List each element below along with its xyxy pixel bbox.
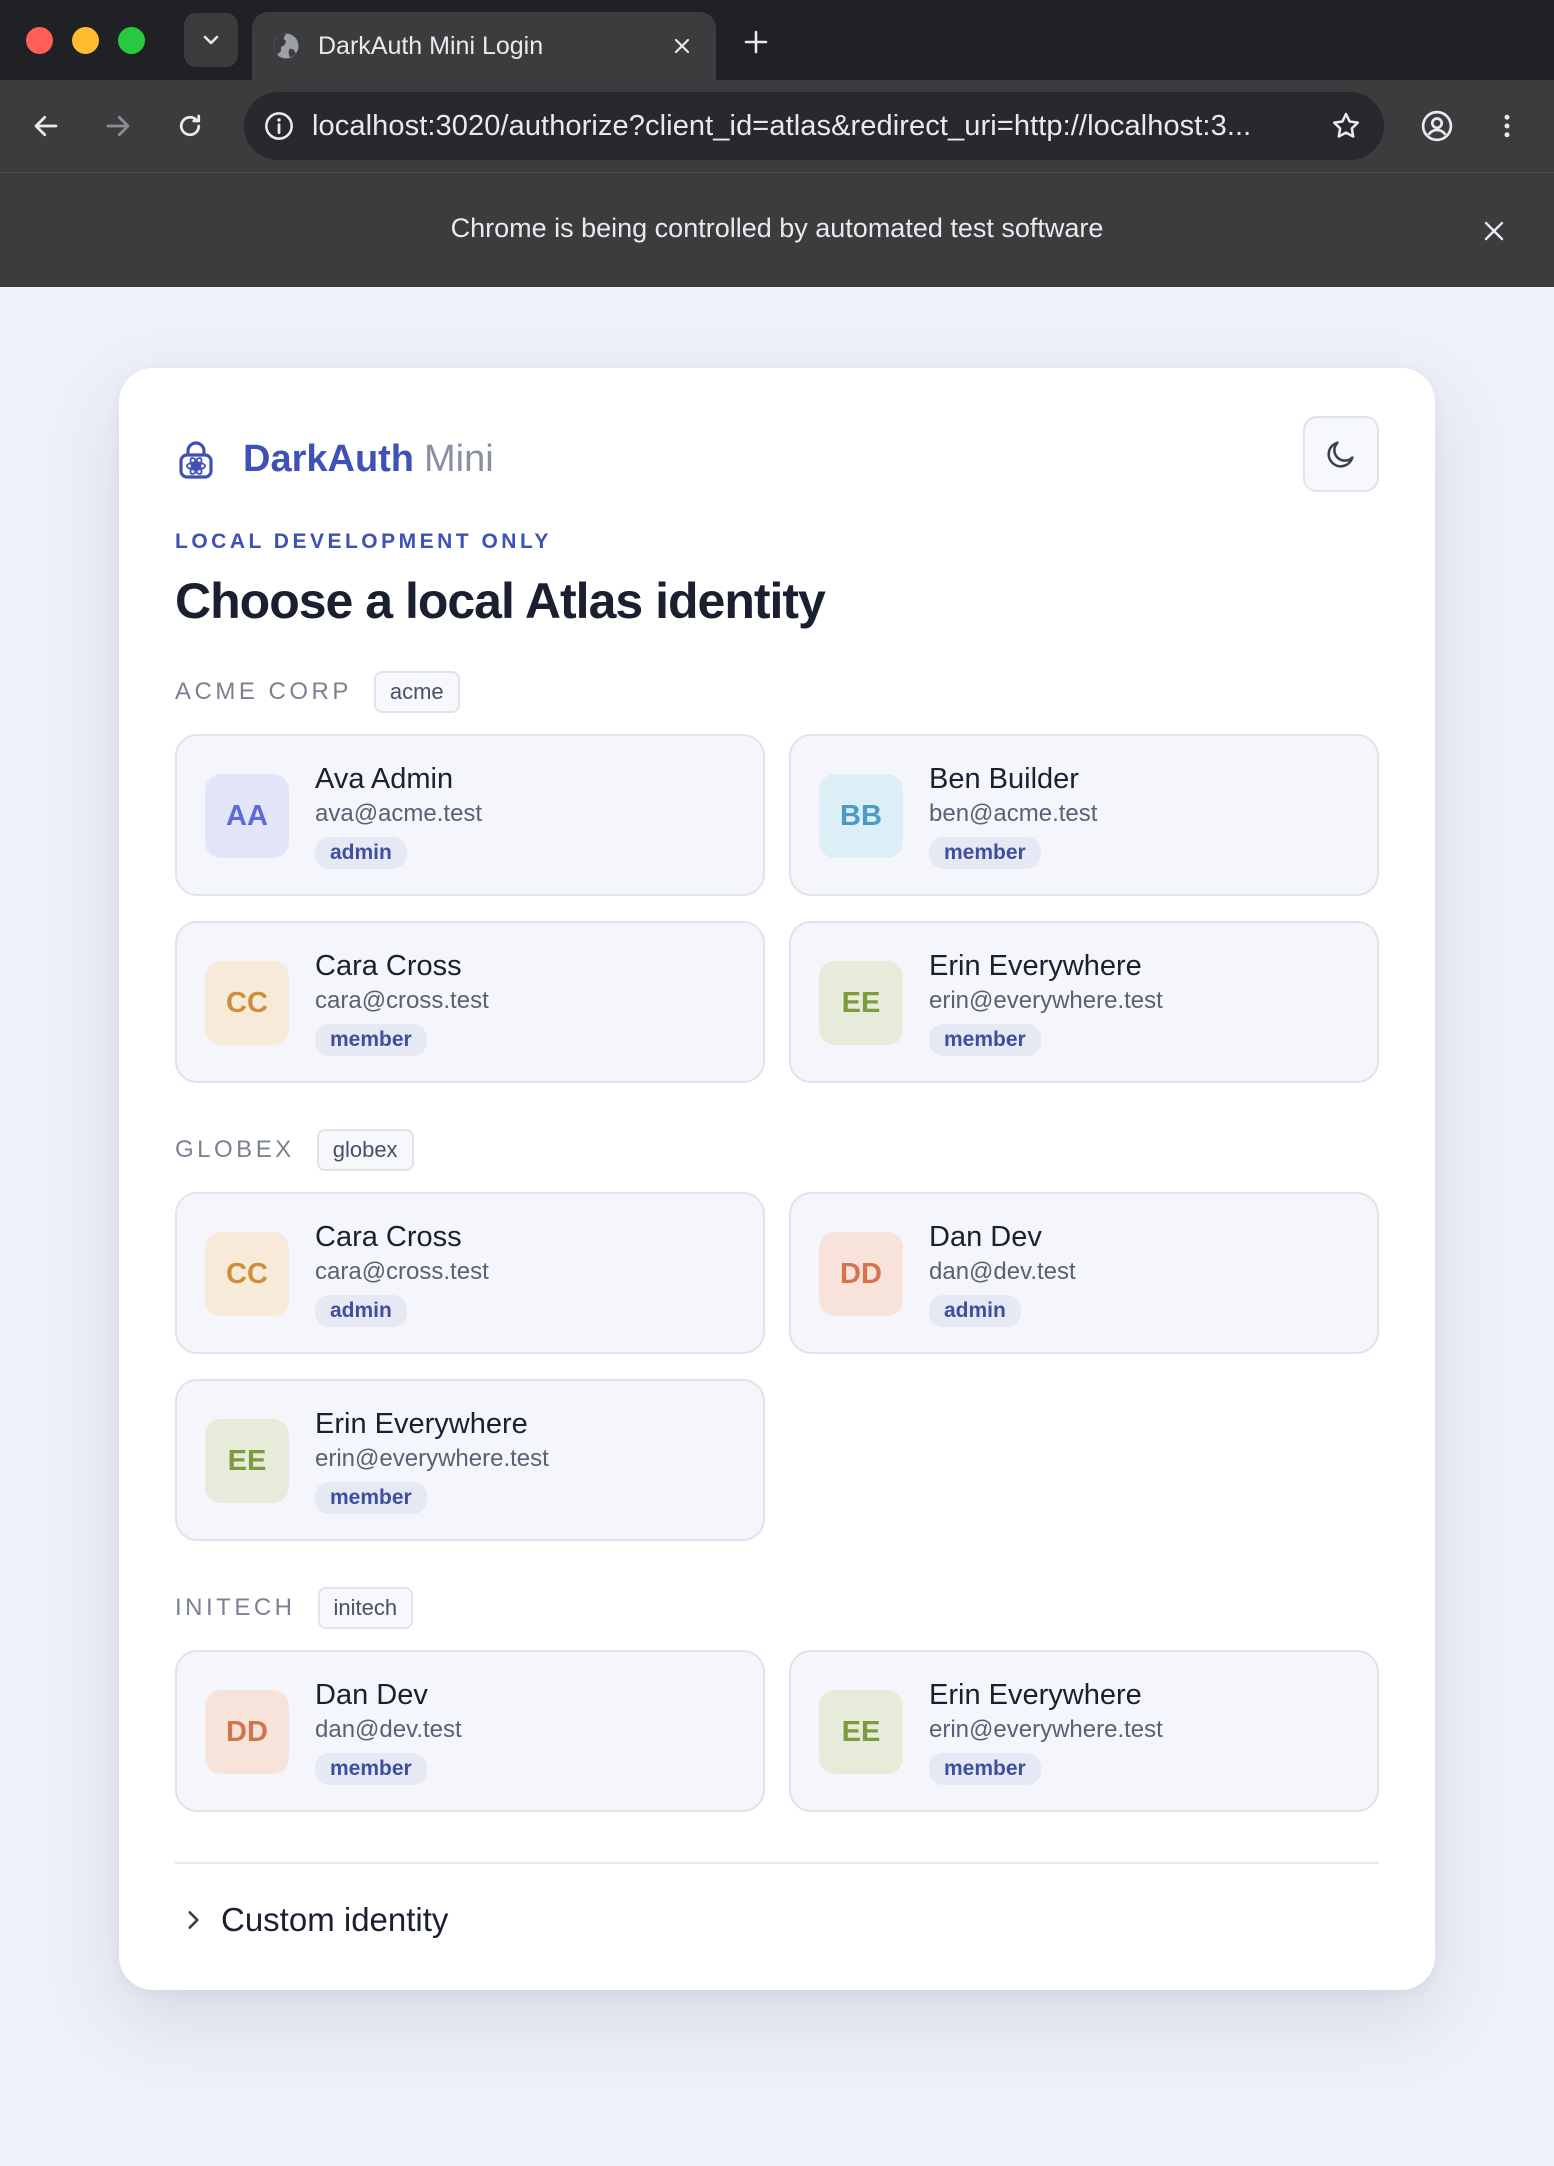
section-divider [175, 1862, 1379, 1864]
identity-email: erin@everywhere.test [315, 1445, 549, 1472]
browser-titlebar: DarkAuth Mini Login [0, 0, 1554, 80]
identity-card-erin-everywhere[interactable]: EE Erin Everywhere erin@everywhere.test … [789, 921, 1379, 1083]
role-badge: admin [315, 837, 407, 869]
infobar-message: Chrome is being controlled by automated … [450, 213, 1104, 243]
environment-label: LOCAL DEVELOPMENT ONLY [175, 530, 552, 553]
identity-email: erin@everywhere.test [929, 987, 1163, 1014]
custom-identity-label: Custom identity [221, 1901, 449, 1938]
bookmark-star-icon[interactable] [1322, 102, 1370, 150]
avatar: EE [819, 1690, 903, 1774]
plus-icon [744, 30, 768, 54]
globe-icon [270, 30, 302, 62]
browser-toolbar: localhost:3020/authorize?client_id=atlas… [0, 80, 1554, 172]
identity-name: Cara Cross [315, 950, 462, 982]
identity-card-ava-admin[interactable]: AA Ava Admin ava@acme.test admin [175, 734, 765, 896]
browser-tab-active[interactable]: DarkAuth Mini Login [252, 12, 716, 80]
tab-search-button[interactable] [184, 13, 238, 67]
avatar: DD [205, 1690, 289, 1774]
identity-email: cara@cross.test [315, 1258, 489, 1285]
profile-button[interactable] [1413, 102, 1461, 150]
address-bar[interactable]: localhost:3020/authorize?client_id=atlas… [244, 92, 1384, 160]
identity-name: Cara Cross [315, 1221, 462, 1253]
browser-menu-button[interactable] [1483, 102, 1531, 150]
group-header-globex: GLOBEX globex [175, 1129, 414, 1171]
automation-infobar: Chrome is being controlled by automated … [0, 172, 1554, 287]
avatar: AA [205, 774, 289, 858]
lock-icon [179, 441, 213, 479]
identity-email: cara@cross.test [315, 987, 489, 1014]
avatar: EE [819, 961, 903, 1045]
forward-button[interactable] [94, 102, 142, 150]
group-name: ACME CORP [175, 678, 352, 705]
brand-logo: DarkAuth Mini [175, 434, 494, 484]
identity-card-erin-everywhere[interactable]: EE Erin Everywhere erin@everywhere.test … [789, 1650, 1379, 1812]
identity-name: Erin Everywhere [929, 1679, 1142, 1711]
avatar: DD [819, 1232, 903, 1316]
maximize-window-button[interactable] [118, 27, 145, 54]
profile-icon [1421, 110, 1453, 142]
role-badge: member [315, 1482, 427, 1514]
chevron-right-icon [175, 1902, 211, 1938]
close-window-button[interactable] [26, 27, 53, 54]
group-header-initech: INITECH initech [175, 1587, 414, 1629]
identity-name: Erin Everywhere [315, 1408, 528, 1440]
brand-suffix: Mini [424, 437, 494, 480]
identity-email: dan@dev.test [929, 1258, 1076, 1285]
identity-email: dan@dev.test [315, 1716, 462, 1743]
identity-card-dan-dev[interactable]: DD Dan Dev dan@dev.test admin [789, 1192, 1379, 1354]
avatar: CC [205, 1232, 289, 1316]
identity-email: ava@acme.test [315, 800, 483, 827]
identity-email: erin@everywhere.test [929, 1716, 1163, 1743]
brand-name: DarkAuth [243, 437, 415, 480]
identity-card-ben-builder[interactable]: BB Ben Builder ben@acme.test member [789, 734, 1379, 896]
page-title: Choose a local Atlas identity [175, 573, 826, 629]
url-text[interactable]: localhost:3020/authorize?client_id=atlas… [312, 110, 1322, 143]
arrow-right-icon [106, 115, 130, 137]
avatar: EE [205, 1419, 289, 1503]
identity-card-erin-everywhere[interactable]: EE Erin Everywhere erin@everywhere.test … [175, 1379, 765, 1541]
reload-icon [179, 114, 201, 137]
avatar: BB [819, 774, 903, 858]
avatar: CC [205, 961, 289, 1045]
identity-name: Ben Builder [929, 763, 1079, 795]
role-badge: member [929, 837, 1041, 869]
role-badge: member [929, 1024, 1041, 1056]
role-badge: admin [929, 1295, 1021, 1327]
identity-card-cara-cross[interactable]: CC Cara Cross cara@cross.test admin [175, 1192, 765, 1354]
back-button[interactable] [22, 102, 70, 150]
identity-name: Erin Everywhere [929, 950, 1142, 982]
reload-button[interactable] [166, 102, 214, 150]
site-info-icon[interactable] [260, 107, 298, 145]
infobar-close-icon[interactable] [1474, 211, 1514, 251]
tab-close-icon[interactable] [662, 26, 702, 66]
login-card: DarkAuth Mini LOCAL DEVELOPMENT ONLY Cho… [119, 368, 1435, 1990]
role-badge: member [315, 1024, 427, 1056]
group-name: INITECH [175, 1594, 296, 1621]
minimize-window-button[interactable] [72, 27, 99, 54]
group-name: GLOBEX [175, 1136, 295, 1163]
identity-card-cara-cross[interactable]: CC Cara Cross cara@cross.test member [175, 921, 765, 1083]
identity-name: Dan Dev [315, 1679, 428, 1711]
group-slug-badge: acme [373, 671, 460, 713]
identity-email: ben@acme.test [929, 800, 1098, 827]
identity-card-dan-dev[interactable]: DD Dan Dev dan@dev.test member [175, 1650, 765, 1812]
identity-name: Ava Admin [315, 763, 454, 795]
theme-toggle-button[interactable] [1303, 416, 1379, 492]
chevron-down-icon [203, 35, 219, 45]
group-header-acme: ACME CORP acme [175, 671, 460, 713]
identity-name: Dan Dev [929, 1221, 1042, 1253]
role-badge: member [929, 1753, 1041, 1785]
arrow-left-icon [34, 115, 58, 137]
role-badge: member [315, 1753, 427, 1785]
custom-identity-toggle[interactable]: Custom identity [175, 1892, 448, 1948]
tab-title: DarkAuth Mini Login [318, 31, 544, 60]
more-vertical-icon [1504, 114, 1510, 138]
new-tab-button[interactable] [734, 20, 778, 64]
group-slug-badge: globex [316, 1129, 414, 1171]
group-slug-badge: initech [317, 1587, 414, 1629]
role-badge: admin [315, 1295, 407, 1327]
moon-icon [1327, 441, 1354, 468]
